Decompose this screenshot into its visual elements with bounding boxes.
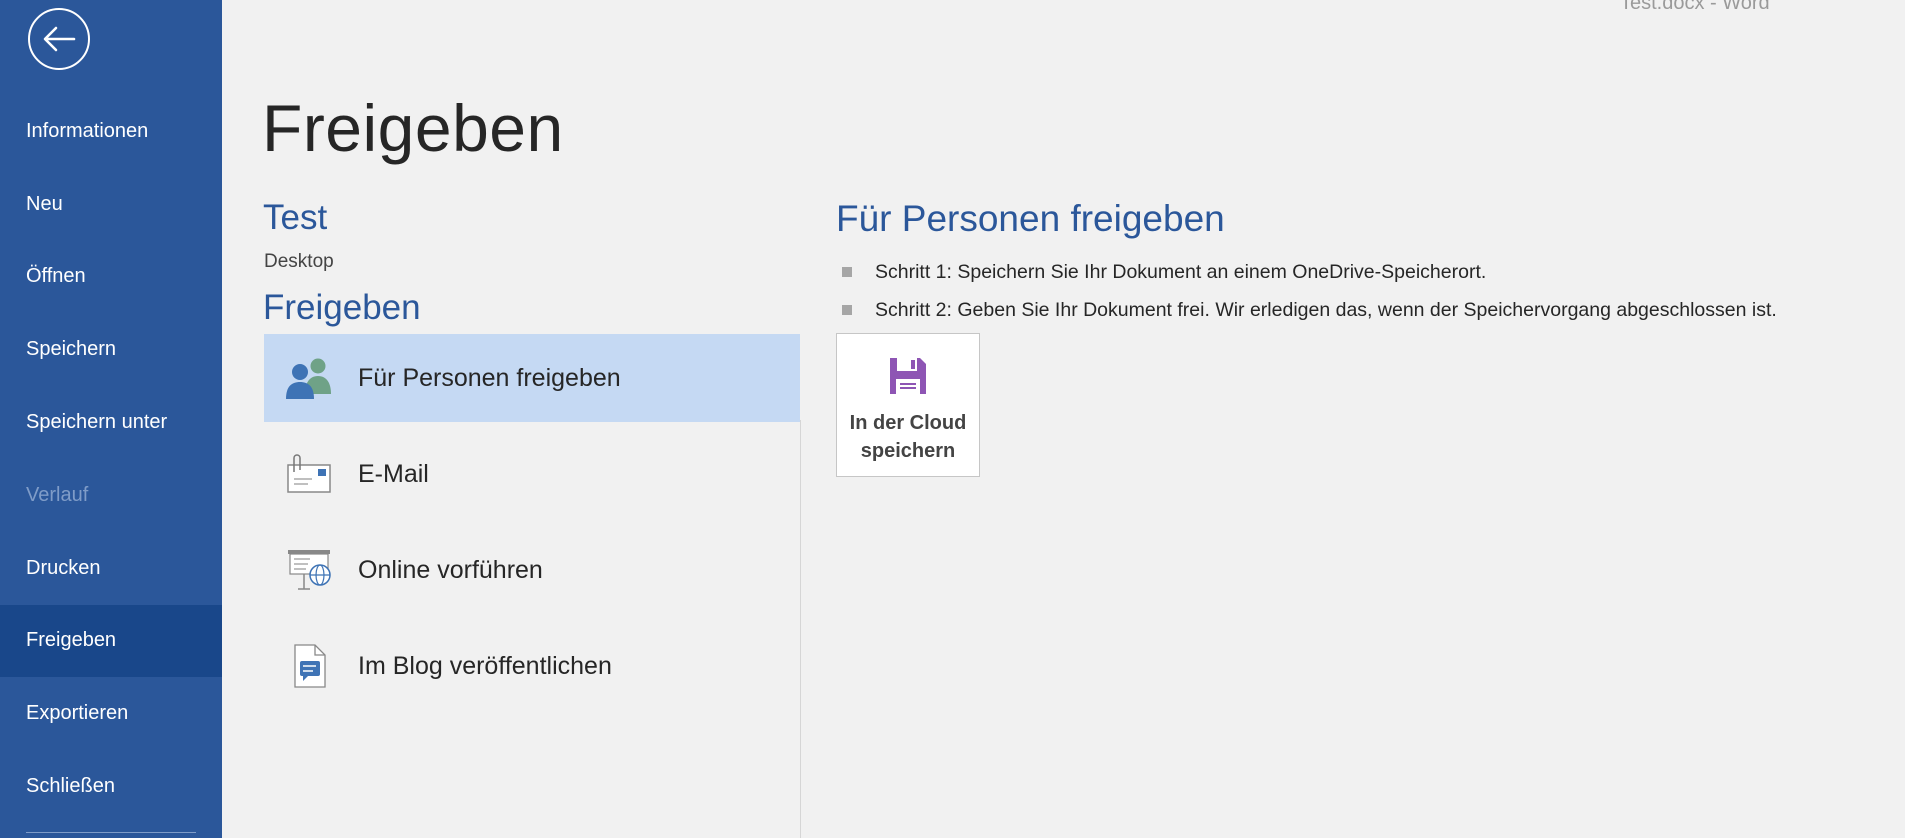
share-option-label: Im Blog veröffentlichen bbox=[358, 651, 612, 680]
share-option-label: Online vorführen bbox=[358, 555, 543, 584]
back-button[interactable] bbox=[28, 8, 90, 70]
save-to-cloud-label-line1: In der Cloud bbox=[849, 412, 967, 434]
nav-item-informationen[interactable]: Informationen bbox=[0, 95, 222, 168]
share-option-present-online[interactable]: Online vorführen bbox=[264, 526, 800, 614]
arrow-left-icon bbox=[43, 26, 76, 52]
nav-item-speichern[interactable]: Speichern bbox=[0, 313, 222, 386]
step-item: Schritt 1: Speichern Sie Ihr Dokument an… bbox=[842, 253, 1777, 291]
save-icon bbox=[888, 356, 928, 401]
nav-item-drucken[interactable]: Drucken bbox=[0, 532, 222, 605]
nav-item-neu[interactable]: Neu bbox=[0, 168, 222, 241]
email-icon bbox=[277, 449, 341, 499]
steps-list: Schritt 1: Speichern Sie Ihr Dokument an… bbox=[842, 253, 1777, 329]
bullet-icon bbox=[842, 305, 852, 315]
nav-item-exportieren[interactable]: Exportieren bbox=[0, 677, 222, 750]
share-option-people[interactable]: Für Personen freigeben bbox=[264, 334, 800, 422]
share-option-label: Für Personen freigeben bbox=[358, 363, 621, 392]
bullet-icon bbox=[842, 267, 852, 277]
nav-item-oeffnen[interactable]: Öffnen bbox=[0, 241, 222, 314]
nav-item-schliessen[interactable]: Schließen bbox=[0, 750, 222, 823]
step-text: Schritt 1: Speichern Sie Ihr Dokument an… bbox=[875, 260, 1487, 283]
share-option-email[interactable]: E-Mail bbox=[264, 430, 800, 518]
nav-item-speichern-unter[interactable]: Speichern unter bbox=[0, 386, 222, 459]
step-text: Schritt 2: Geben Sie Ihr Dokument frei. … bbox=[875, 298, 1777, 321]
section-title: Freigeben bbox=[263, 288, 421, 327]
present-online-icon bbox=[277, 545, 341, 595]
save-to-cloud-button[interactable]: In der Cloud speichern bbox=[836, 333, 980, 477]
share-option-label: E-Mail bbox=[358, 459, 429, 488]
nav-item-freigeben[interactable]: Freigeben bbox=[0, 604, 222, 678]
blog-post-icon bbox=[277, 641, 341, 691]
people-icon bbox=[277, 353, 341, 403]
backstage-nav: Informationen Neu Öffnen Speichern Speic… bbox=[0, 95, 222, 823]
save-to-cloud-label-line2: speichern bbox=[860, 440, 956, 462]
share-options-list: Für Personen freigeben E-Mail Online vor… bbox=[264, 334, 800, 718]
share-option-blog[interactable]: Im Blog veröffentlichen bbox=[264, 622, 800, 710]
step-item: Schritt 2: Geben Sie Ihr Dokument frei. … bbox=[842, 291, 1777, 329]
document-name: Test bbox=[263, 198, 328, 237]
document-location: Desktop bbox=[264, 251, 334, 272]
nav-divider bbox=[26, 832, 196, 833]
nav-item-verlauf: Verlauf bbox=[26, 483, 89, 506]
save-to-cloud-label: In der Cloud speichern bbox=[850, 409, 967, 465]
detail-title: Für Personen freigeben bbox=[836, 198, 1225, 239]
page-title: Freigeben bbox=[262, 91, 564, 165]
window-title: Test.docx - Word bbox=[1620, 0, 1770, 14]
panel-divider bbox=[800, 420, 801, 838]
backstage-sidebar: Informationen Neu Öffnen Speichern Speic… bbox=[0, 0, 222, 838]
